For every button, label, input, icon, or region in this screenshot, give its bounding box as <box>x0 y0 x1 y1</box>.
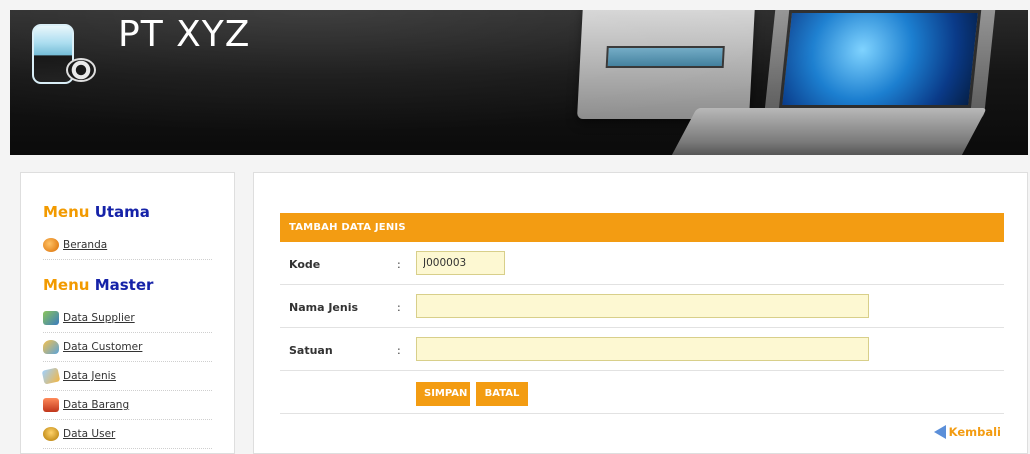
sidebar-item-data-jenis[interactable]: Data Jenis <box>41 362 212 391</box>
sidebar: Menu Utama Beranda Menu Master Data Supp… <box>20 172 235 454</box>
sidebar-item-data-supplier[interactable]: Data Supplier <box>43 304 212 333</box>
sidebar-item-label: Data Barang <box>63 399 130 411</box>
form-row-nama-jenis: Nama Jenis : <box>280 285 1004 328</box>
sidebar-item-data-customer[interactable]: Data Customer <box>43 333 212 362</box>
field-colon: : <box>397 258 401 271</box>
back-arrow-icon <box>933 425 946 439</box>
field-label: Nama Jenis <box>289 301 359 314</box>
jenis-icon <box>41 367 61 385</box>
simpan-button[interactable]: SIMPAN <box>416 382 470 406</box>
site-header: PT XYZ <box>10 10 1028 155</box>
brand-title: PT XYZ <box>118 14 251 55</box>
home-icon <box>43 238 59 252</box>
logo-eye-icon <box>66 58 96 82</box>
menu-utama-title: Menu Utama <box>43 203 150 221</box>
sidebar-item-label: Data Customer <box>63 341 143 353</box>
sidebar-item-label: Data User <box>63 428 116 440</box>
user-icon <box>43 427 59 441</box>
sidebar-item-label: Data Jenis <box>63 370 117 382</box>
form-row-satuan: Satuan : <box>280 328 1004 371</box>
field-colon: : <box>397 301 401 314</box>
sidebar-item-label: Data Supplier <box>63 312 135 324</box>
laptop-illustration <box>763 10 997 120</box>
laptop-keyboard-illustration <box>667 108 987 155</box>
batal-button[interactable]: BATAL <box>476 382 528 406</box>
customer-icon <box>43 340 59 354</box>
kembali-label: Kembali <box>948 425 1001 439</box>
field-label: Kode <box>289 258 321 271</box>
laptop-screen <box>778 10 982 108</box>
nama-jenis-input[interactable] <box>416 294 869 318</box>
satuan-input[interactable] <box>416 337 869 361</box>
form-title: TAMBAH DATA JENIS <box>280 213 1004 242</box>
main-panel: TAMBAH DATA JENIS Kode : Nama Jenis : Sa… <box>253 172 1028 454</box>
sidebar-item-label: Beranda <box>63 239 108 251</box>
device-illustration <box>576 10 756 119</box>
form-row-kode: Kode : <box>280 242 1004 285</box>
sidebar-item-beranda[interactable]: Beranda <box>43 231 212 260</box>
device-screen <box>605 46 725 68</box>
supplier-icon <box>43 311 59 325</box>
menu-master-title: Menu Master <box>43 276 154 294</box>
barang-icon <box>43 398 59 412</box>
field-label: Satuan <box>289 344 333 357</box>
kode-input[interactable] <box>416 251 505 275</box>
field-colon: : <box>397 344 401 357</box>
logo <box>32 24 112 90</box>
sidebar-item-data-barang[interactable]: Data Barang <box>43 391 212 420</box>
kembali-link[interactable]: Kembali <box>933 425 1001 439</box>
form-row-buttons: SIMPAN BATAL <box>280 371 1004 414</box>
sidebar-item-data-user[interactable]: Data User <box>43 420 212 449</box>
